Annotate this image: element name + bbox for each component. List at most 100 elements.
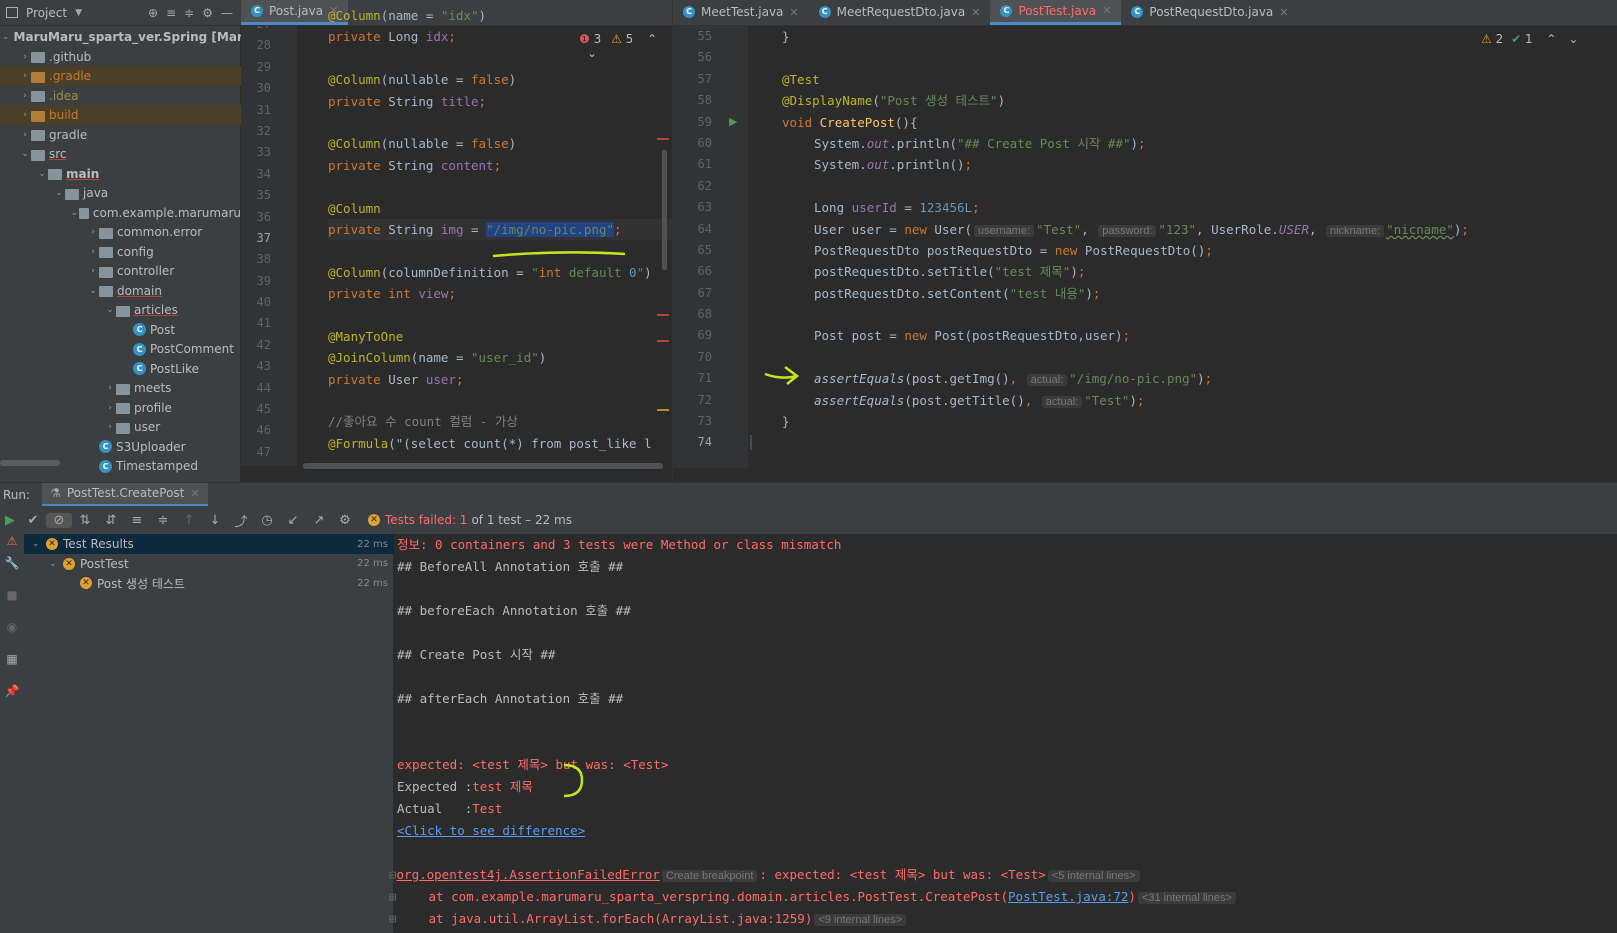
prev-highlight-icon[interactable]: ⌃ — [647, 32, 657, 46]
tab-postrequestdto-java[interactable]: C PostRequestDto.java ✕ — [1121, 0, 1298, 25]
code-line[interactable]: postRequestDto.setTitle("test 제목"); — [750, 261, 1610, 282]
code-line[interactable] — [328, 304, 672, 325]
project-hscrollbar[interactable] — [0, 460, 60, 466]
project-tree-item[interactable]: › .github — [0, 47, 241, 67]
code-line[interactable]: @Formula("(select count(*) from post_lik… — [328, 433, 672, 454]
prev-test-icon[interactable]: ↑ — [176, 513, 202, 528]
code-line[interactable]: private User user; — [328, 369, 672, 390]
code-line[interactable]: assertEquals(post.getTitle(), actual: "Te… — [750, 390, 1610, 411]
code-line[interactable]: } — [750, 411, 1610, 432]
next-test-icon[interactable]: ↓ — [202, 513, 228, 528]
inspection-widget-right[interactable]: ⚠ 2 ✔ 1 ⌃ ⌄ — [1481, 32, 1578, 46]
tab-meettest-java[interactable]: C MeetTest.java ✕ — [673, 0, 809, 25]
project-tree-item[interactable]: › .idea — [0, 86, 241, 106]
project-tree-item[interactable]: › meets — [0, 378, 241, 398]
code-line[interactable]: @Column — [328, 198, 672, 219]
code-line[interactable]: Post post = new Post(postRequestDto,user… — [750, 325, 1610, 346]
test-tree-item[interactable]: ✕ Post 생성 테스트 22 ms — [24, 573, 394, 593]
gear-icon[interactable]: ⚙ — [202, 6, 213, 20]
project-tree-item[interactable]: › user — [0, 417, 241, 437]
run-gutter-icon[interactable]: ▶ — [729, 115, 737, 128]
close-icon[interactable]: ✕ — [971, 6, 980, 19]
code-line[interactable] — [328, 112, 672, 133]
show-passed-icon[interactable]: ✔ — [20, 513, 46, 528]
chevron-right-icon[interactable]: › — [87, 266, 99, 276]
code-line[interactable] — [750, 304, 1610, 325]
code-line[interactable]: private int view; — [328, 283, 672, 304]
prev-highlight-icon[interactable]: ⌃ — [1546, 32, 1556, 46]
project-tree-item[interactable]: › build — [0, 105, 241, 125]
history-icon[interactable]: ◷ — [254, 513, 280, 528]
chevron-down-icon[interactable]: ⌄ — [32, 539, 46, 549]
chevron-right-icon[interactable]: › — [104, 403, 116, 413]
code-line[interactable]: System.out.println("## Create Post 시작 ##… — [750, 133, 1610, 154]
run-tab[interactable]: ⚗ PostTest.CreatePost ✕ — [42, 482, 208, 507]
code-line[interactable] — [750, 176, 1610, 197]
eye-icon[interactable]: ◉ — [0, 620, 24, 652]
project-tree-item[interactable]: ⌄ MaruMaru_sparta_ver.Spring [MaruM — [0, 27, 263, 47]
chevron-down-icon[interactable]: ▼ — [75, 8, 82, 18]
expand-all-icon[interactable]: ≡ — [166, 6, 176, 20]
project-tree-item[interactable]: ⌄ src — [0, 144, 241, 164]
project-tree-item[interactable]: C S3Uploader — [0, 437, 241, 457]
create-breakpoint-hint[interactable]: Create breakpoint — [661, 870, 758, 882]
chevron-right-icon[interactable]: › — [19, 110, 31, 120]
chevron-right-icon[interactable]: › — [19, 52, 31, 62]
chevron-down-icon[interactable]: ⌄ — [49, 559, 63, 569]
chevron-down-icon[interactable]: ⌄ — [36, 169, 48, 179]
show-ignored-icon[interactable]: ⊘ — [46, 512, 72, 528]
chevron-right-icon[interactable]: › — [104, 422, 116, 432]
left-vscrollbar[interactable] — [662, 150, 667, 270]
code-line[interactable]: @ManyToOne — [328, 326, 672, 347]
internal-lines-5[interactable]: <5 internal lines> — [1047, 870, 1140, 882]
next-highlight-icon[interactable]: ⌄ — [1568, 32, 1578, 46]
right-code[interactable]: } @Test @DisplayName("Post 생성 테스트") void Cr… — [750, 26, 1610, 468]
chevron-down-icon[interactable]: ⌄ — [2, 32, 10, 42]
chevron-right-icon[interactable]: › — [19, 71, 31, 81]
next-highlight-icon[interactable]: ⌄ — [587, 46, 597, 60]
close-icon[interactable]: ✕ — [789, 6, 798, 19]
code-line[interactable]: @Column(name = "idx") — [328, 5, 672, 26]
tab-posttest-java[interactable]: C PostTest.java ✕ — [990, 0, 1122, 25]
code-line[interactable]: //좋아요 수 count 컬럼 - 가상 — [328, 411, 672, 432]
exception-class[interactable]: org.opentest4j.AssertionFailedError — [397, 867, 660, 882]
chevron-right-icon[interactable]: › — [104, 383, 116, 393]
import-tests-icon[interactable]: ↙ — [280, 513, 306, 528]
tab-meetrequestdto-java[interactable]: C MeetRequestDto.java ✕ — [809, 0, 991, 25]
chevron-right-icon[interactable]: › — [19, 130, 31, 140]
code-line[interactable] — [328, 176, 672, 197]
hide-icon[interactable]: — — [221, 6, 233, 20]
code-line[interactable]: @JoinColumn(name = "user_id") — [328, 347, 672, 368]
locate-icon[interactable]: ⊕ — [148, 6, 158, 20]
code-line[interactable]: System.out.println(); — [750, 154, 1610, 175]
pin-icon[interactable]: 📌 — [0, 684, 24, 716]
project-title[interactable]: Project — [26, 6, 67, 20]
project-tree-item[interactable]: ⌄ articles — [0, 300, 241, 320]
posttest-link[interactable]: PostTest.java:72 — [1008, 889, 1128, 904]
code-line[interactable]: @DisplayName("Post 생성 테스트") — [750, 90, 1610, 111]
collapse-all-icon[interactable]: ≑ — [150, 513, 176, 528]
code-line[interactable]: @Column(nullable = false) — [328, 133, 672, 154]
inspection-widget[interactable]: ❶ 3 ⚠ 5 ⌃ ⌄ — [575, 32, 672, 60]
code-line[interactable]: @Column(nullable = false) — [328, 69, 672, 90]
chevron-down-icon[interactable]: ⌄ — [70, 208, 79, 218]
rerun-failed-icon[interactable]: ⚠ — [0, 534, 24, 556]
code-line[interactable] — [750, 47, 1610, 68]
project-tree-item[interactable]: ⌄ com.example.marumaru — [0, 203, 241, 223]
layout-icon[interactable]: ▦ — [0, 652, 24, 684]
close-icon[interactable]: ✕ — [1279, 6, 1288, 19]
code-line[interactable]: @Test — [750, 69, 1610, 90]
export-tests-icon[interactable]: ↗ — [306, 513, 332, 528]
chevron-down-icon[interactable]: ⌄ — [53, 188, 65, 198]
rerun-failed-icon[interactable]: ⤴ — [228, 511, 254, 530]
close-icon[interactable]: ✕ — [1102, 4, 1111, 17]
chevron-down-icon[interactable]: ⌄ — [104, 305, 116, 315]
code-line[interactable] — [328, 390, 672, 411]
stop-icon[interactable]: ■ — [0, 588, 24, 620]
project-tree-item[interactable]: C Timestamped — [0, 456, 241, 476]
project-tree-item[interactable]: › controller — [0, 261, 241, 281]
project-tree-item[interactable]: ⌄ java — [0, 183, 241, 203]
left-code[interactable]: @Column(name = "idx") private Long idx; @C… — [328, 5, 672, 466]
project-tree-item[interactable]: › common.error — [0, 222, 241, 242]
code-line[interactable]: postRequestDto.setContent("test 내용"); — [750, 283, 1610, 304]
